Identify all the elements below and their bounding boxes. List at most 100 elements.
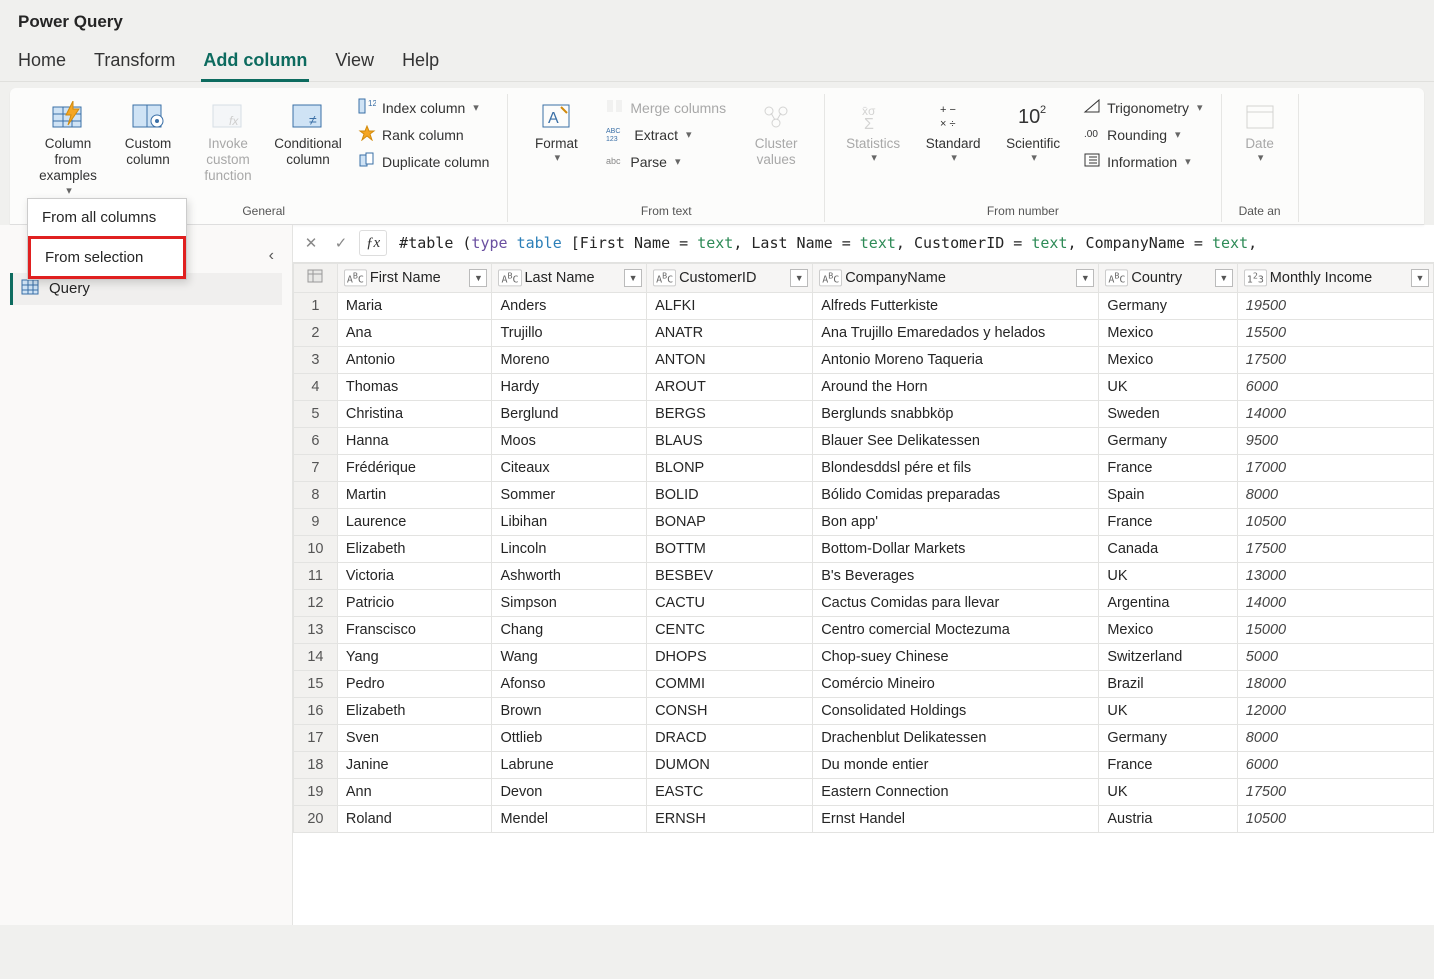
cell[interactable]: Thomas <box>337 373 492 400</box>
cell[interactable]: Du monde entier <box>813 751 1099 778</box>
cell[interactable]: Ann <box>337 778 492 805</box>
scientific-button[interactable]: 102 Scientific▾ <box>993 94 1073 169</box>
cell[interactable]: Labrune <box>492 751 647 778</box>
duplicate-column-button[interactable]: Duplicate column <box>354 150 493 173</box>
cancel-formula-button[interactable]: ✕ <box>299 231 323 255</box>
cell[interactable]: ERNSH <box>647 805 813 832</box>
tab-home[interactable]: Home <box>18 42 66 81</box>
cell[interactable]: BLONP <box>647 454 813 481</box>
cell[interactable]: Trujillo <box>492 319 647 346</box>
column-header-last-name[interactable]: ABCLast Name▼ <box>492 263 647 292</box>
filter-dropdown-icon[interactable]: ▼ <box>1215 269 1233 287</box>
table-row[interactable]: 8MartinSommerBOLIDBólido Comidas prepara… <box>294 481 1434 508</box>
row-number[interactable]: 7 <box>294 454 338 481</box>
cell[interactable]: Franscisco <box>337 616 492 643</box>
cell[interactable]: BOTTM <box>647 535 813 562</box>
cell[interactable]: Mexico <box>1099 319 1237 346</box>
column-header-first-name[interactable]: ABCFirst Name▼ <box>337 263 492 292</box>
cell[interactable]: CENTC <box>647 616 813 643</box>
cell[interactable]: Simpson <box>492 589 647 616</box>
cell[interactable]: Pedro <box>337 670 492 697</box>
cell[interactable]: ANTON <box>647 346 813 373</box>
table-row[interactable]: 13FransciscoChangCENTCCentro comercial M… <box>294 616 1434 643</box>
cell[interactable]: 14000 <box>1237 400 1433 427</box>
information-button[interactable]: Information▾ <box>1079 150 1206 173</box>
cell[interactable]: Antonio Moreno Taqueria <box>813 346 1099 373</box>
cell[interactable]: Anders <box>492 292 647 319</box>
cell[interactable]: Ana Trujillo Emaredados y helados <box>813 319 1099 346</box>
cell[interactable]: Roland <box>337 805 492 832</box>
cell[interactable]: Ashworth <box>492 562 647 589</box>
row-number[interactable]: 15 <box>294 670 338 697</box>
cell[interactable]: ALFKI <box>647 292 813 319</box>
rounding-button[interactable]: .00 Rounding▾ <box>1079 123 1206 146</box>
cell[interactable]: Ernst Handel <box>813 805 1099 832</box>
row-number[interactable]: 20 <box>294 805 338 832</box>
cell[interactable]: Hanna <box>337 427 492 454</box>
cell[interactable]: 6000 <box>1237 751 1433 778</box>
table-row[interactable]: 7FrédériqueCiteauxBLONPBlondesddsl pére … <box>294 454 1434 481</box>
cell[interactable]: Austria <box>1099 805 1237 832</box>
cell[interactable]: UK <box>1099 778 1237 805</box>
row-number[interactable]: 8 <box>294 481 338 508</box>
cell[interactable]: Bon app' <box>813 508 1099 535</box>
filter-dropdown-icon[interactable]: ▼ <box>1411 269 1429 287</box>
cell[interactable]: 18000 <box>1237 670 1433 697</box>
from-selection-item[interactable]: From selection <box>28 236 186 279</box>
table-row[interactable]: 16ElizabethBrownCONSHConsolidated Holdin… <box>294 697 1434 724</box>
cell[interactable]: Elizabeth <box>337 535 492 562</box>
cell[interactable]: Victoria <box>337 562 492 589</box>
row-number[interactable]: 19 <box>294 778 338 805</box>
cell[interactable]: 5000 <box>1237 643 1433 670</box>
cell[interactable]: Moos <box>492 427 647 454</box>
table-row[interactable]: 6HannaMoosBLAUSBlauer See DelikatessenGe… <box>294 427 1434 454</box>
table-row[interactable]: 14YangWangDHOPSChop-suey ChineseSwitzerl… <box>294 643 1434 670</box>
formula-input[interactable]: #table (type table [First Name = text, L… <box>393 234 1428 252</box>
row-number[interactable]: 9 <box>294 508 338 535</box>
cell[interactable]: Germany <box>1099 427 1237 454</box>
cell[interactable]: BONAP <box>647 508 813 535</box>
cell[interactable]: EASTC <box>647 778 813 805</box>
cell[interactable]: Brazil <box>1099 670 1237 697</box>
cell[interactable]: BERGS <box>647 400 813 427</box>
cell[interactable]: 19500 <box>1237 292 1433 319</box>
row-number[interactable]: 13 <box>294 616 338 643</box>
cell[interactable]: Chop-suey Chinese <box>813 643 1099 670</box>
cell[interactable]: CONSH <box>647 697 813 724</box>
table-row[interactable]: 11VictoriaAshworthBESBEVB's BeveragesUK1… <box>294 562 1434 589</box>
table-row[interactable]: 9LaurenceLibihanBONAPBon app'France10500 <box>294 508 1434 535</box>
index-column-button[interactable]: 123 Index column▾ <box>354 96 493 119</box>
cell[interactable]: Christina <box>337 400 492 427</box>
cell[interactable]: Canada <box>1099 535 1237 562</box>
cell[interactable]: Sommer <box>492 481 647 508</box>
cell[interactable]: 17500 <box>1237 346 1433 373</box>
cell[interactable]: Eastern Connection <box>813 778 1099 805</box>
cell[interactable]: Germany <box>1099 724 1237 751</box>
cell[interactable]: Citeaux <box>492 454 647 481</box>
cell[interactable]: UK <box>1099 373 1237 400</box>
table-row[interactable]: 18JanineLabruneDUMONDu monde entierFranc… <box>294 751 1434 778</box>
cell[interactable]: Cactus Comidas para llevar <box>813 589 1099 616</box>
table-row[interactable]: 20RolandMendelERNSHErnst HandelAustria10… <box>294 805 1434 832</box>
row-number[interactable]: 14 <box>294 643 338 670</box>
column-header-country[interactable]: ABCCountry▼ <box>1099 263 1237 292</box>
parse-button[interactable]: abc Parse▾ <box>602 150 730 173</box>
cell[interactable]: 15000 <box>1237 616 1433 643</box>
collapse-sidebar-button[interactable]: ‹ <box>269 247 274 265</box>
cell[interactable]: UK <box>1099 697 1237 724</box>
cell[interactable]: Laurence <box>337 508 492 535</box>
select-all-corner[interactable] <box>294 263 338 292</box>
cell[interactable]: Berglund <box>492 400 647 427</box>
cell[interactable]: Drachenblut Delikatessen <box>813 724 1099 751</box>
tab-help[interactable]: Help <box>402 42 439 81</box>
cell[interactable]: Lincoln <box>492 535 647 562</box>
table-row[interactable]: 5ChristinaBerglundBERGSBerglunds snabbkö… <box>294 400 1434 427</box>
cell[interactable]: 14000 <box>1237 589 1433 616</box>
row-number[interactable]: 2 <box>294 319 338 346</box>
table-row[interactable]: 1MariaAndersALFKIAlfreds FutterkisteGerm… <box>294 292 1434 319</box>
cell[interactable]: France <box>1099 508 1237 535</box>
column-from-examples-button[interactable]: Column from examples ▾ <box>28 94 108 202</box>
cell[interactable]: Spain <box>1099 481 1237 508</box>
cell[interactable]: Consolidated Holdings <box>813 697 1099 724</box>
filter-dropdown-icon[interactable]: ▼ <box>624 269 642 287</box>
